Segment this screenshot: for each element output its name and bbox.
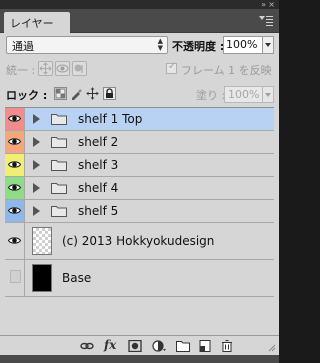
blend-mode-select[interactable]: 通過 ▲ ▼ — [6, 36, 168, 54]
layer-name: (c) 2013 Hokkyokudesign — [62, 234, 215, 248]
eye-icon — [8, 184, 21, 191]
layer-row[interactable]: (c) 2013 Hokkyokudesign — [5, 223, 274, 260]
layers-list: shelf 1 Top shelf 2 shelf 3 shelf 4 shel… — [5, 107, 274, 335]
layer-name: shelf 5 — [78, 204, 119, 218]
eye-icon — [8, 138, 21, 145]
select-arrows-icon: ▲ ▼ — [157, 37, 163, 52]
eye-icon — [8, 161, 21, 168]
panel-bottom-edge — [0, 355, 279, 363]
hidden-eye-slot — [10, 270, 21, 283]
lock-transparency-icon[interactable] — [54, 87, 67, 100]
visibility-toggle[interactable] — [5, 108, 25, 130]
layer-row[interactable]: shelf 3 — [5, 154, 274, 177]
expand-triangle-icon[interactable] — [33, 183, 40, 193]
new-layer-icon[interactable] — [198, 340, 212, 352]
layer-thumbnail[interactable] — [32, 227, 52, 255]
layer-thumbnail[interactable] — [32, 264, 52, 292]
folder-icon — [51, 206, 67, 217]
unify-style-icon[interactable] — [72, 61, 87, 76]
lock-row: ロック : 塗り : 100% — [0, 84, 279, 104]
lock-label: ロック : — [6, 89, 48, 102]
folder-icon — [51, 137, 67, 148]
link-layers-icon[interactable] — [80, 340, 94, 352]
fill-label: 塗り : — [196, 89, 226, 102]
folder-icon — [51, 183, 67, 194]
expand-triangle-icon[interactable] — [33, 160, 40, 170]
visibility-toggle[interactable] — [5, 177, 25, 199]
layer-name: shelf 1 Top — [78, 112, 143, 126]
fill-dropdown-button[interactable] — [263, 86, 274, 103]
collapse-icon[interactable]: » — [261, 0, 266, 9]
visibility-toggle[interactable] — [5, 200, 25, 222]
eye-icon — [8, 115, 21, 122]
opacity-label: 不透明度 : — [172, 40, 225, 53]
new-group-icon[interactable] — [176, 340, 190, 352]
unify-position-icon[interactable] — [38, 61, 53, 76]
layer-name: Base — [62, 271, 92, 285]
delete-layer-icon[interactable] — [220, 340, 234, 352]
lock-position-icon[interactable] — [86, 87, 99, 100]
tab-bar: レイヤー — [0, 9, 279, 33]
layers-panel: » × レイヤー 通過 ▲ ▼ 不透明度 : 100% 統一 : ✓ フレーム … — [0, 0, 279, 363]
expand-triangle-icon[interactable] — [33, 114, 40, 124]
folder-icon — [51, 160, 67, 171]
bottom-toolbar: fx — [0, 335, 279, 355]
layer-row[interactable]: Base — [5, 260, 274, 297]
eye-icon — [8, 207, 21, 214]
blend-mode-value: 通過 — [12, 40, 34, 53]
visibility-toggle[interactable] — [5, 154, 25, 176]
layer-row[interactable]: shelf 1 Top — [5, 108, 274, 131]
propagate-frame-label: フレーム 1 を反映 — [181, 64, 272, 77]
opacity-dropdown-button[interactable] — [263, 36, 274, 54]
unify-label: 統一 : — [6, 64, 36, 77]
folder-icon — [51, 114, 67, 125]
layer-name: shelf 2 — [78, 135, 119, 149]
expand-triangle-icon[interactable] — [33, 206, 40, 216]
opacity-input[interactable]: 100% — [223, 36, 263, 54]
close-icon[interactable]: × — [268, 0, 275, 9]
layer-row[interactable]: shelf 5 — [5, 200, 274, 223]
resize-grip-icon[interactable] — [268, 344, 276, 352]
layer-row[interactable]: shelf 2 — [5, 131, 274, 154]
unify-visibility-icon[interactable] — [55, 61, 70, 76]
propagate-frame-checkbox[interactable] — [166, 61, 177, 74]
fx-icon[interactable]: fx — [104, 338, 118, 352]
visibility-toggle[interactable] — [5, 223, 25, 259]
lock-pixels-icon[interactable] — [70, 87, 83, 100]
expand-triangle-icon[interactable] — [33, 137, 40, 147]
panel-title-strip: » × — [0, 0, 279, 9]
lock-all-icon[interactable] — [103, 87, 116, 100]
visibility-toggle[interactable] — [5, 260, 25, 296]
adjustment-layer-icon[interactable] — [152, 340, 166, 352]
unify-row: 統一 : フレーム 1 を反映 — [0, 60, 279, 78]
eye-icon — [8, 237, 21, 244]
visibility-toggle[interactable] — [5, 131, 25, 153]
tab-layers[interactable]: レイヤー — [4, 12, 70, 33]
panel-menu-icon[interactable] — [259, 15, 273, 27]
fill-input[interactable]: 100% — [224, 86, 263, 103]
add-mask-icon[interactable] — [128, 340, 142, 352]
layer-name: shelf 3 — [78, 158, 119, 172]
layer-name: shelf 4 — [78, 181, 119, 195]
layer-row[interactable]: shelf 4 — [5, 177, 274, 200]
blend-row: 通過 ▲ ▼ 不透明度 : 100% — [0, 34, 279, 56]
